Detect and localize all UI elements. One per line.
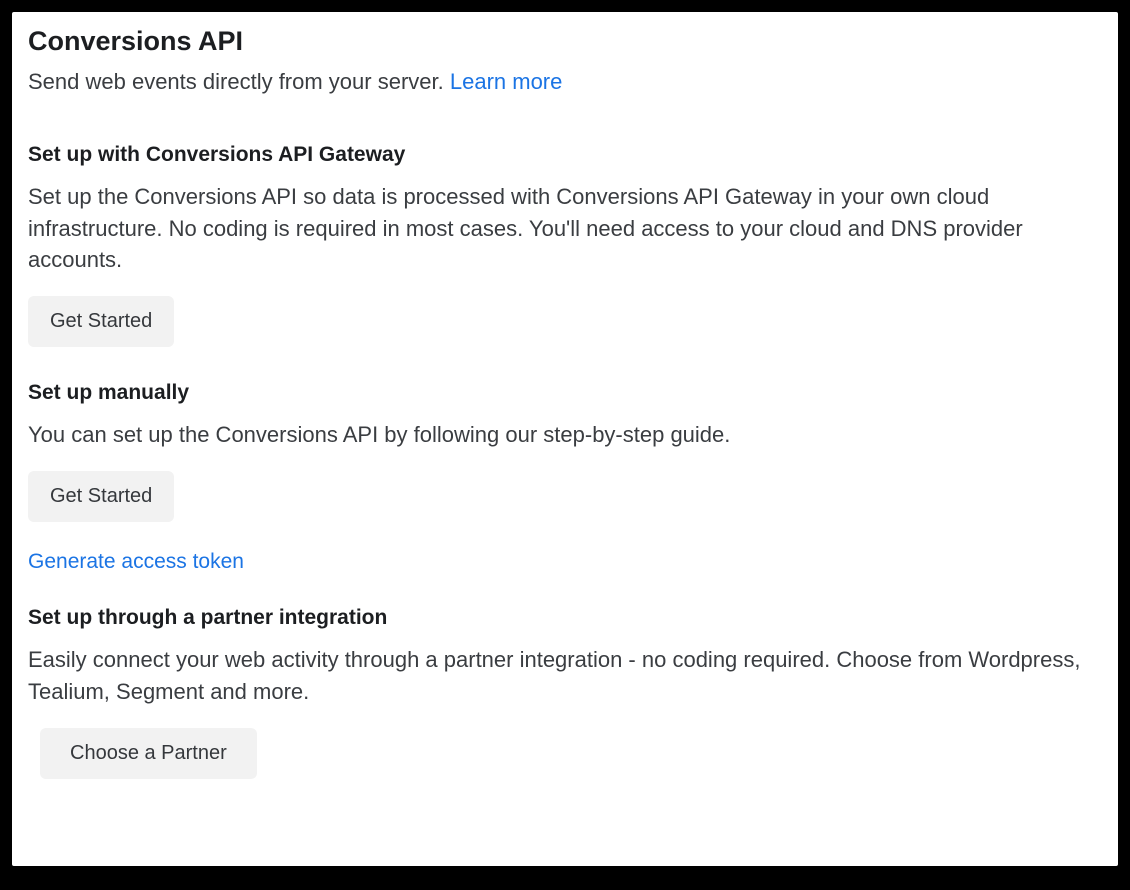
- generate-access-token-link[interactable]: Generate access token: [28, 550, 1102, 574]
- partner-description: Easily connect your web activity through…: [28, 644, 1102, 708]
- intro-text-row: Send web events directly from your serve…: [28, 67, 1102, 97]
- conversions-api-panel: Conversions API Send web events directly…: [12, 12, 1118, 866]
- intro-text: Send web events directly from your serve…: [28, 69, 450, 94]
- manual-description: You can set up the Conversions API by fo…: [28, 419, 1102, 451]
- choose-partner-button[interactable]: Choose a Partner: [40, 728, 257, 779]
- gateway-description: Set up the Conversions API so data is pr…: [28, 181, 1102, 277]
- page-title: Conversions API: [28, 26, 1102, 57]
- section-partner: Set up through a partner integration Eas…: [28, 606, 1102, 779]
- gateway-get-started-button[interactable]: Get Started: [28, 296, 174, 347]
- learn-more-link[interactable]: Learn more: [450, 69, 563, 94]
- gateway-heading: Set up with Conversions API Gateway: [28, 143, 1102, 167]
- manual-heading: Set up manually: [28, 381, 1102, 405]
- section-gateway: Set up with Conversions API Gateway Set …: [28, 143, 1102, 376]
- section-manual: Set up manually You can set up the Conve…: [28, 381, 1102, 574]
- manual-get-started-button[interactable]: Get Started: [28, 471, 174, 522]
- partner-heading: Set up through a partner integration: [28, 606, 1102, 630]
